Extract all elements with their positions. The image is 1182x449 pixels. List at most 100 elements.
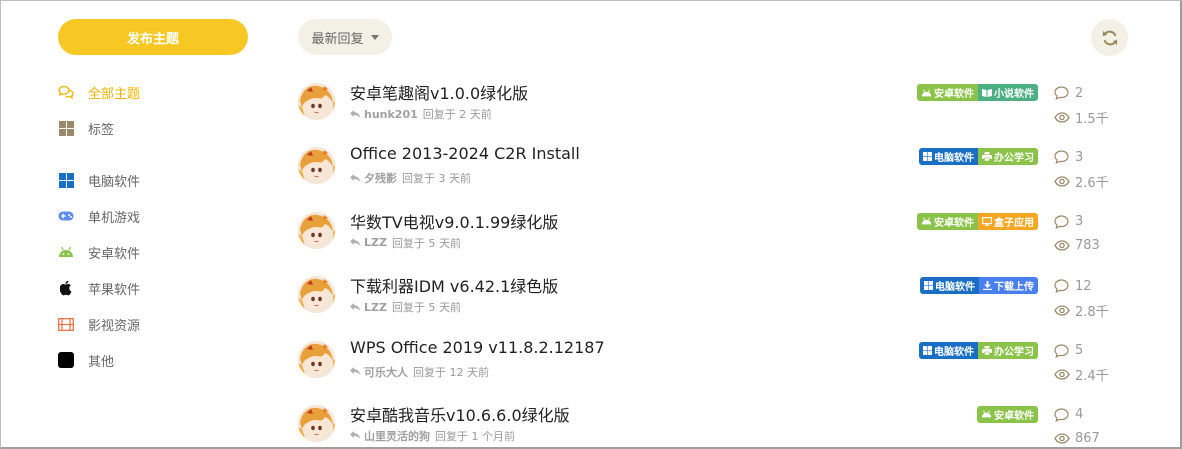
tv-icon: [982, 216, 992, 226]
last-reply-user-link[interactable]: LZZ: [364, 301, 387, 314]
eye-icon: [1054, 305, 1070, 316]
refresh-button[interactable]: [1091, 19, 1128, 56]
sidebar-item-apple-software[interactable]: 苹果软件: [58, 270, 258, 306]
tag-badge[interactable]: 安卓软件: [917, 84, 978, 101]
tag-badge[interactable]: 安卓软件: [977, 405, 1038, 423]
sidebar-item-label: 标签: [88, 122, 115, 138]
sidebar-item-tags[interactable]: 标签: [58, 110, 258, 146]
reply-count: 3: [1054, 145, 1109, 169]
tag-badge[interactable]: 办公学习: [978, 341, 1038, 359]
reply-count-value: 5: [1075, 343, 1084, 359]
tag-badge[interactable]: 电脑软件: [919, 148, 978, 166]
last-reply-user-link[interactable]: hunk201: [364, 108, 418, 121]
topic-stats: 12 2.8千: [1054, 274, 1109, 322]
sidebar-item-label: 其他: [88, 354, 115, 370]
sidebar-item-video-resources[interactable]: 影视资源: [58, 306, 258, 342]
windows-icon: [923, 345, 932, 355]
sidebar-item-all-topics[interactable]: 全部主题: [58, 74, 258, 110]
tag-badge[interactable]: 办公学习: [978, 148, 1038, 166]
topic-row: 安卓酷我音乐v10.6.6.0绿化版山里灵活的狗 回复于 1 个月前 安卓软件 4 86…: [298, 397, 1138, 449]
eye-icon: [1054, 111, 1070, 123]
reply-count: 12: [1054, 274, 1109, 298]
publish-topic-button[interactable]: 发布主题: [58, 19, 248, 55]
topic-tags: 电脑软件 下载上传: [920, 277, 1038, 295]
view-count-value: 1.5千: [1075, 111, 1109, 127]
reply-time: 回复于 3 天前: [402, 172, 471, 186]
gamepad-icon: [58, 208, 74, 224]
topic-row: Office 2013-2024 C2R Install 夕残影 回复于 3 天前 电…: [298, 139, 1138, 203]
last-reply-user-link[interactable]: LZZ: [364, 236, 387, 249]
tag-label: 小说软件: [994, 89, 1034, 100]
sidebar-item-android-software[interactable]: 安卓软件: [58, 234, 258, 270]
view-count: 867: [1054, 427, 1100, 449]
printer-icon: [982, 152, 992, 162]
download-icon: [983, 281, 992, 291]
grid-icon: [58, 120, 74, 136]
topic-stats: 4 867: [1054, 403, 1100, 449]
last-reply-user-link[interactable]: 可乐大人: [364, 364, 408, 380]
topic-title-link[interactable]: WPS Office 2019 v11.8.2.12187: [350, 338, 605, 357]
tag-label: 电脑软件: [934, 153, 974, 165]
topic-list: 安卓笔趣阁v1.0.0绿化版 hunk201 回复于 2 天前 安卓软件 小说软件 2 1.…: [298, 75, 1138, 449]
tag-label: 盒子应用: [994, 217, 1034, 229]
reply-time: 回复于 5 天前: [391, 301, 461, 315]
android-icon: [981, 410, 992, 418]
view-count-value: 2.4千: [1075, 369, 1109, 385]
avatar[interactable]: [298, 211, 335, 249]
windows-icon: [58, 172, 74, 188]
view-count: 783: [1054, 234, 1100, 258]
topic-title-link[interactable]: 下载利器IDM v6.42.1绿色版: [350, 273, 558, 297]
eye-icon: [1054, 433, 1070, 445]
tag-badge[interactable]: 小说软件: [978, 84, 1038, 101]
last-reply-user-link[interactable]: 夕残影: [364, 170, 397, 186]
sidebar-item-label: 苹果软件: [88, 282, 141, 298]
reply-time: 回复于 1 个月前: [435, 429, 515, 443]
topic-row: WPS Office 2019 v11.8.2.12187 可乐大人 回复于 12 …: [298, 333, 1138, 397]
avatar[interactable]: [298, 147, 335, 185]
topic-title-link[interactable]: 安卓笔趣阁v1.0.0绿化版: [350, 80, 528, 104]
reply-arrow-icon: [350, 367, 361, 376]
sidebar-item-pc-games[interactable]: 单机游戏: [58, 198, 258, 234]
avatar[interactable]: [298, 404, 335, 442]
avatar[interactable]: [298, 83, 335, 120]
sidebar-item-label: 安卓软件: [88, 246, 141, 262]
sidebar-item-other[interactable]: 其他: [58, 342, 258, 378]
sidebar-item-label: 全部主题: [88, 86, 141, 102]
comment-icon: [1054, 343, 1070, 358]
topic-stats: 5 2.4千: [1054, 339, 1109, 387]
comment-icon: [1054, 215, 1070, 229]
topic-tags: 安卓软件: [977, 405, 1038, 423]
topic-title-link[interactable]: 安卓酷我音乐v10.6.6.0绿化版: [350, 402, 570, 426]
topic-title-link[interactable]: 华数TV电视v9.0.1.99绿化版: [350, 209, 558, 233]
tag-label: 办公学习: [994, 346, 1034, 358]
tag-badge[interactable]: 电脑软件: [920, 277, 979, 295]
topic-title-link[interactable]: Office 2013-2024 C2R Install: [350, 144, 580, 163]
view-count-value: 783: [1075, 238, 1100, 254]
sidebar-item-label: 影视资源: [88, 318, 141, 334]
reply-count-value: 3: [1075, 149, 1084, 165]
tag-badge[interactable]: 下载上传: [979, 277, 1038, 295]
tag-badge[interactable]: 安卓软件: [917, 212, 978, 230]
topic-row: 华数TV电视v9.0.1.99绿化版 LZZ 回复于 5 天前 安卓软件 盒子应用 3 78…: [298, 204, 1138, 268]
reply-time: 回复于 12 天前: [413, 365, 489, 379]
topic-stats: 3 783: [1054, 210, 1100, 258]
android-icon: [921, 88, 932, 97]
sidebar-item-pc-software[interactable]: 电脑软件: [58, 162, 258, 198]
sidebar-item-label: 电脑软件: [88, 174, 141, 190]
topic-meta: LZZ 回复于 5 天前: [350, 299, 461, 315]
avatar[interactable]: [298, 340, 335, 378]
windows-icon: [923, 152, 932, 162]
apple-icon: [58, 280, 74, 296]
last-reply-user-link[interactable]: 山里灵活的狗: [364, 428, 430, 444]
tag-badge[interactable]: 电脑软件: [919, 341, 978, 359]
tag-label: 安卓软件: [994, 410, 1034, 422]
eye-icon: [1054, 176, 1070, 187]
avatar[interactable]: [298, 276, 335, 314]
topic-tags: 电脑软件 办公学习: [919, 341, 1038, 359]
topic-meta: 山里灵活的狗 回复于 1 个月前: [350, 428, 515, 444]
eye-icon: [1054, 369, 1070, 380]
topic-meta: LZZ 回复于 5 天前: [350, 235, 461, 251]
sort-dropdown[interactable]: 最新回复: [298, 19, 392, 55]
tag-badge[interactable]: 盒子应用: [978, 212, 1038, 230]
view-count: 2.8千: [1054, 298, 1109, 322]
